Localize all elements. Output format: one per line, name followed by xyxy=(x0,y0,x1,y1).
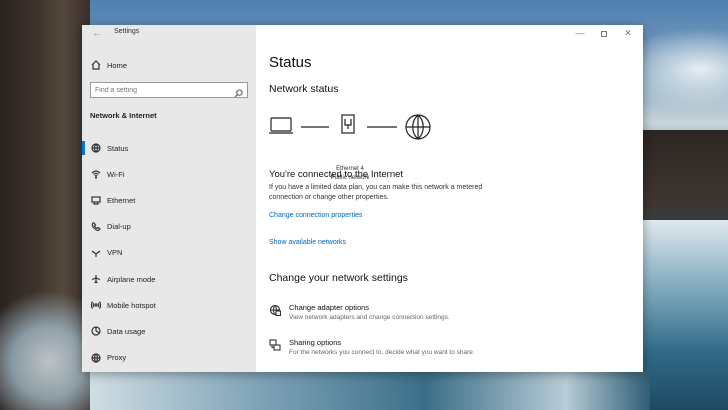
change-adapter-options[interactable]: Change adapter options View network adap… xyxy=(269,301,609,327)
home-icon xyxy=(90,59,102,71)
wallpaper-rock-left xyxy=(0,0,120,410)
sidebar-item-proxy[interactable]: Proxy xyxy=(82,345,256,371)
hotspot-icon xyxy=(90,299,102,311)
sidebar-item-label: Data usage xyxy=(107,326,146,336)
dialup-icon xyxy=(90,221,102,233)
sidebar-item-wifi[interactable]: Wi-Fi xyxy=(82,161,256,187)
sidebar-item-home[interactable]: Home xyxy=(90,58,127,72)
internet-globe-icon xyxy=(405,114,431,140)
network-status-heading: Network status xyxy=(269,83,339,95)
change-settings-heading: Change your network settings xyxy=(269,272,408,284)
adapter-icon xyxy=(269,303,283,317)
sidebar-item-label: Dial-up xyxy=(107,222,131,232)
sidebar-item-dialup[interactable]: Dial-up xyxy=(82,214,256,240)
sidebar-item-label: Proxy xyxy=(107,353,127,363)
change-connection-properties-link[interactable]: Change connection properties xyxy=(269,212,362,219)
sidebar-item-label: Ethernet xyxy=(107,195,136,205)
laptop-icon xyxy=(269,117,293,134)
sharing-icon xyxy=(269,338,283,352)
title-bar: ← Settings xyxy=(82,25,256,42)
sidebar-item-vpn[interactable]: VPN xyxy=(82,240,256,266)
wallpaper-waves-right xyxy=(638,220,728,410)
main-content: Status Network status Ethernet 4 Public … xyxy=(269,25,629,372)
sidebar: ← Settings Home Network & Internet Statu… xyxy=(82,25,256,372)
option-title: Sharing options xyxy=(289,338,342,347)
network-diagram: Ethernet 4 Public network xyxy=(269,109,449,181)
back-arrow-icon[interactable]: ← xyxy=(90,27,104,41)
sidebar-item-label: Airplane mode xyxy=(107,274,156,284)
sidebar-item-status[interactable]: Status xyxy=(82,135,256,161)
status-globe-icon xyxy=(90,142,102,154)
search-box[interactable] xyxy=(90,82,248,98)
option-description: For the networks you connect to, decide … xyxy=(289,349,475,356)
sidebar-item-label: Status xyxy=(107,143,129,153)
search-icon[interactable] xyxy=(234,85,244,98)
sharing-options[interactable]: Sharing options For the networks you con… xyxy=(269,336,609,362)
ethernet-icon xyxy=(90,194,102,206)
option-title: Change adapter options xyxy=(289,303,370,312)
show-available-networks-link[interactable]: Show available networks xyxy=(269,239,346,246)
sidebar-item-data-usage[interactable]: Data usage xyxy=(82,318,256,344)
sidebar-item-label: Mobile hotspot xyxy=(107,300,156,310)
sidebar-item-label: VPN xyxy=(107,248,123,258)
wifi-icon xyxy=(90,168,102,180)
sidebar-item-hotspot[interactable]: Mobile hotspot xyxy=(82,292,256,318)
settings-window: ← Settings Home Network & Internet Statu… xyxy=(82,25,643,372)
sidebar-item-label: Home xyxy=(107,60,128,70)
sidebar-nav: Status Wi-Fi Ethernet Dial-up VPN Airpla… xyxy=(82,135,256,371)
section-label: Network & Internet xyxy=(90,111,157,120)
proxy-globe-icon xyxy=(90,352,102,364)
window-title: Settings xyxy=(114,28,140,35)
search-input[interactable] xyxy=(91,83,231,97)
wallpaper-waves-bottom xyxy=(90,372,650,410)
network-diagram-graphic xyxy=(269,114,431,140)
data-usage-icon xyxy=(90,325,102,337)
sidebar-item-ethernet[interactable]: Ethernet xyxy=(82,187,256,213)
page-title: Status xyxy=(269,54,312,71)
sidebar-item-airplane[interactable]: Airplane mode xyxy=(82,266,256,292)
option-description: View network adapters and change connect… xyxy=(289,314,450,321)
vpn-icon xyxy=(90,247,102,259)
connection-description: If you have a limited data plan, you can… xyxy=(269,184,483,201)
ethernet-port-icon xyxy=(341,114,355,134)
sidebar-item-label: Wi-Fi xyxy=(107,169,125,179)
airplane-icon xyxy=(90,273,102,285)
connection-status-title: You're connected to the Internet xyxy=(269,169,404,180)
